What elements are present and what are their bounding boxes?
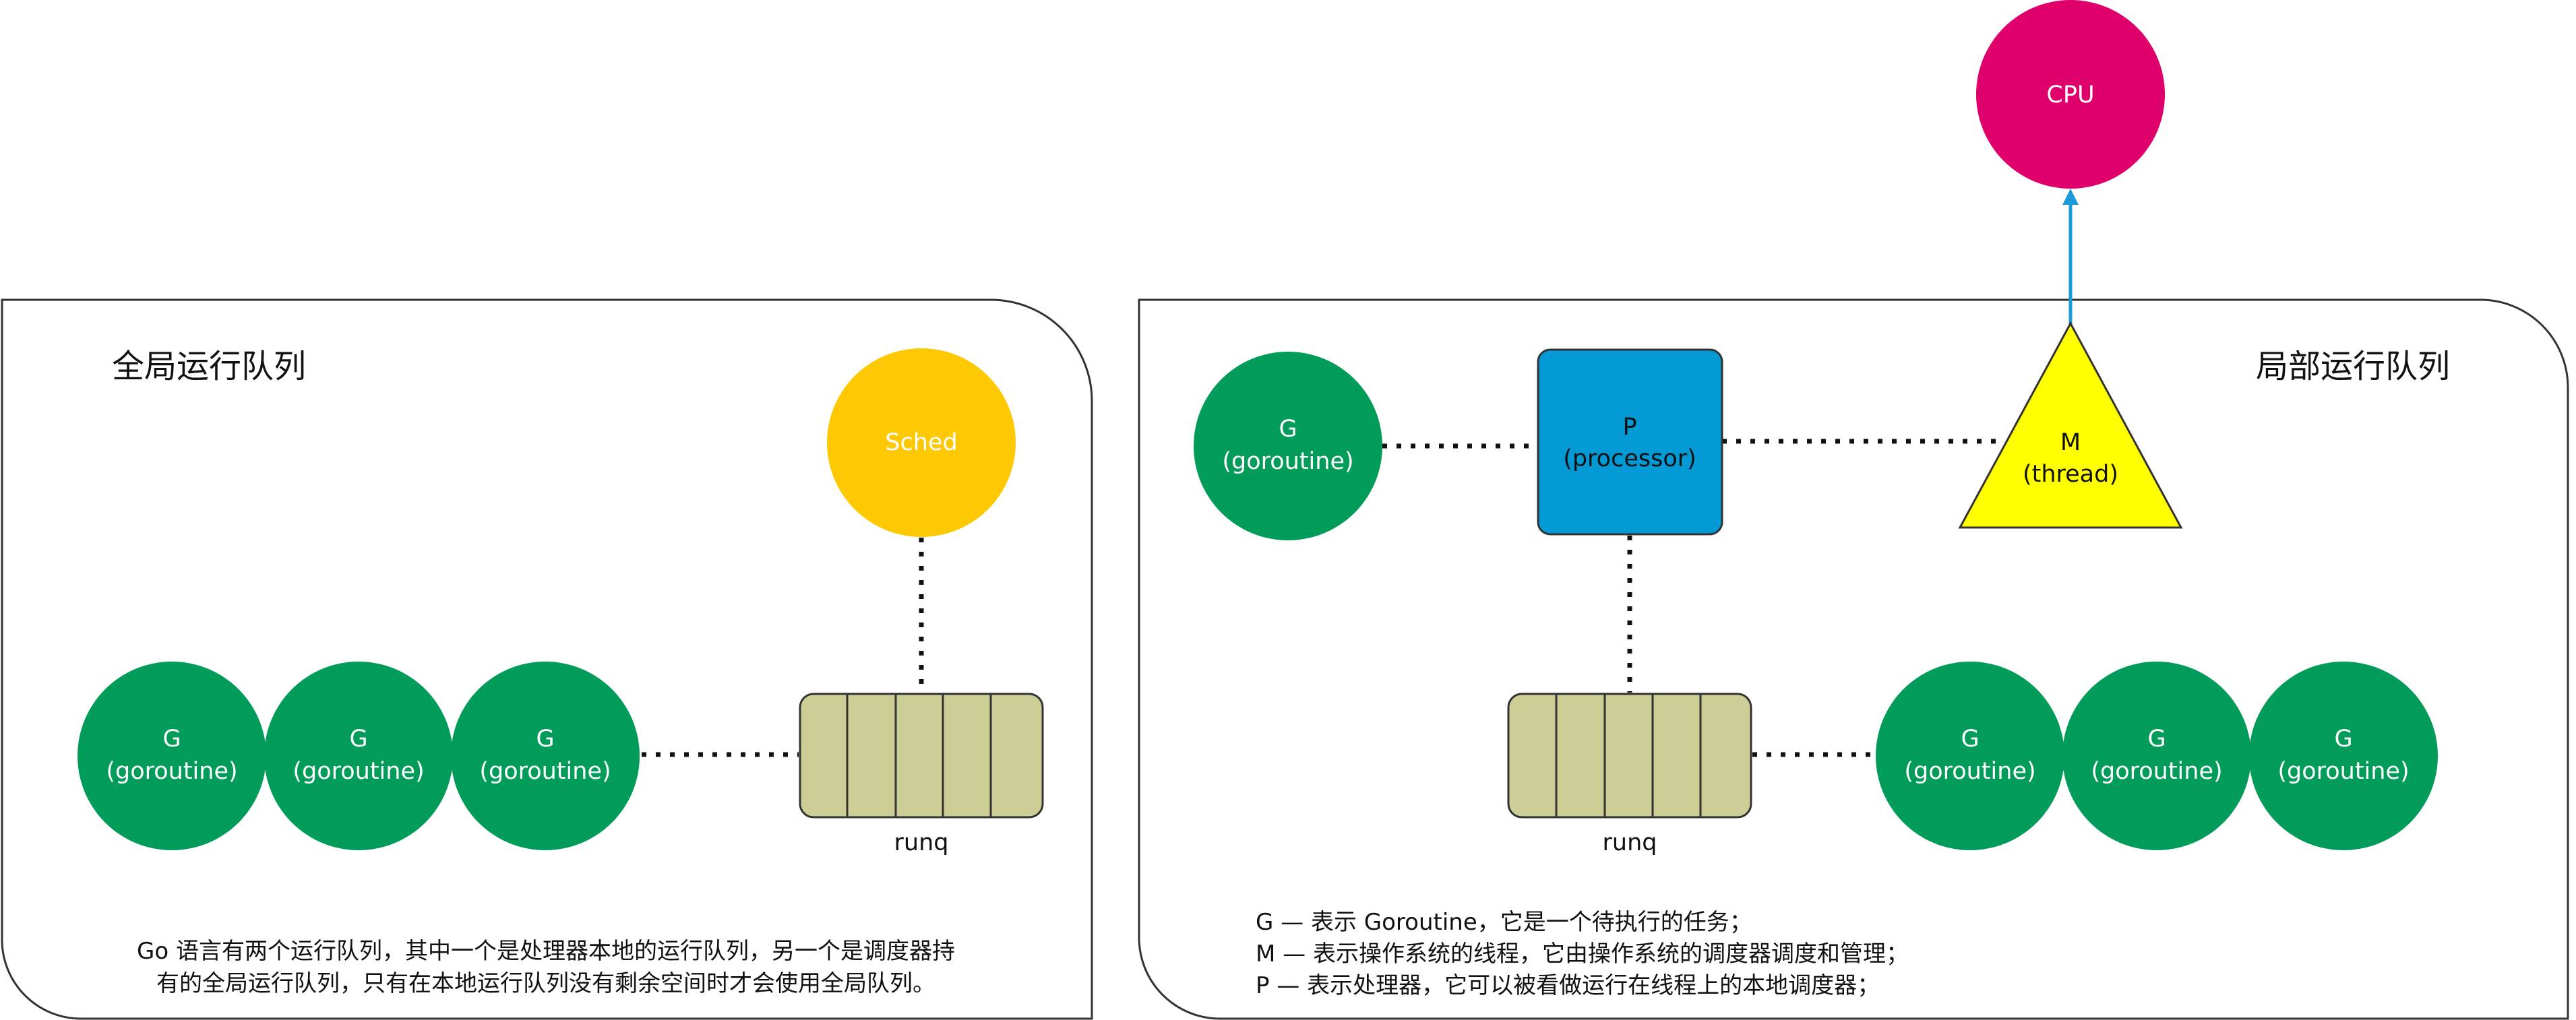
thread-letter: M — [2060, 429, 2081, 456]
cpu-node: CPU — [1976, 0, 2165, 189]
goroutine-letter: G — [162, 726, 181, 753]
goroutine-label: (goroutine) — [2277, 758, 2409, 785]
processor-letter: P — [1622, 414, 1636, 441]
goroutine-label: (goroutine) — [293, 758, 424, 785]
goroutine-node: G (goroutine) — [1876, 662, 2064, 850]
legend-line-p: P — 表示处理器，它可以被看做运行在线程上的本地调度器； — [1256, 972, 1880, 999]
goroutine-label: (goroutine) — [479, 758, 611, 785]
goroutine-letter: G — [536, 726, 554, 753]
local-queue-title: 局部运行队列 — [2256, 348, 2450, 385]
goroutine-label: (goroutine) — [1904, 758, 2035, 785]
goroutine-letter: G — [1961, 726, 1979, 753]
legend-line-m: M — 表示操作系统的线程，它由操作系统的调度器调度和管理； — [1256, 941, 1909, 967]
sched-label: Sched — [885, 429, 957, 456]
global-queue-title: 全局运行队列 — [112, 348, 306, 385]
goroutine-label: (goroutine) — [106, 758, 237, 785]
goroutine-letter: G — [1279, 416, 1297, 443]
goroutine-label: (goroutine) — [1222, 448, 1353, 475]
goroutine-label: (goroutine) — [2091, 758, 2222, 785]
processor-node: P (processor) — [1537, 348, 1723, 536]
goroutine-letter: G — [2334, 726, 2352, 753]
goroutine-node: G (goroutine) — [451, 662, 640, 850]
goroutine-node: G (goroutine) — [264, 662, 453, 850]
global-queue-description-line: 有的全局运行队列，只有在本地运行队列没有剩余空间时才会使用全局队列。 — [156, 970, 936, 997]
runq-label: runq — [1603, 829, 1657, 856]
processor-label: (processor) — [1563, 445, 1696, 472]
global-queue-description-line: Go 语言有两个运行队列，其中一个是处理器本地的运行队列，另一个是调度器持 — [137, 938, 955, 965]
legend-line-g: G — 表示 Goroutine，它是一个待执行的任务； — [1256, 909, 1752, 936]
goroutine-letter: G — [349, 726, 367, 753]
sched-node: Sched — [827, 348, 1016, 537]
cpu-label: CPU — [2046, 82, 2094, 108]
runq-label: runq — [894, 829, 949, 856]
goroutine-letter: G — [2147, 726, 2166, 753]
goroutine-node: G (goroutine) — [2062, 662, 2251, 850]
goroutine-node: G (goroutine) — [2249, 662, 2438, 850]
thread-label: (thread) — [2023, 461, 2118, 488]
scheduler-diagram: 全局运行队列 Sched G (goroutine) G (goroutine)… — [1, 0, 2569, 1020]
goroutine-node: G (goroutine) — [78, 662, 266, 850]
goroutine-node: G (goroutine) — [1194, 352, 1382, 540]
